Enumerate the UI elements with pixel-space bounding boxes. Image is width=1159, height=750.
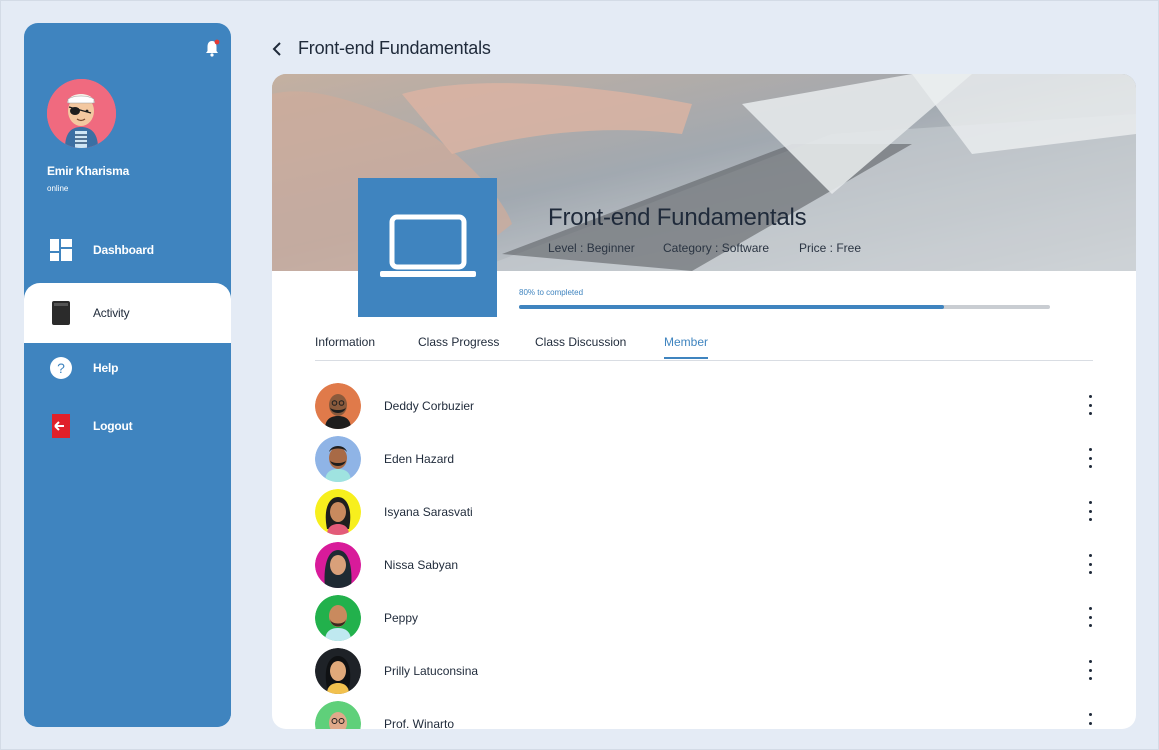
help-icon: ?	[49, 356, 73, 380]
list-item[interactable]: Prilly Latuconsina	[315, 648, 1095, 696]
user-avatar[interactable]	[47, 79, 116, 148]
list-item[interactable]: Deddy Corbuzier	[315, 383, 1095, 431]
sidebar: Emir Kharisma online Dashboard Activity …	[24, 23, 231, 727]
member-name: Prilly Latuconsina	[384, 664, 479, 678]
progress-fill	[519, 305, 944, 309]
list-item[interactable]: Isyana Sarasvati	[315, 489, 1095, 537]
tab-member[interactable]: Member	[664, 335, 709, 359]
sidebar-item-activity[interactable]: Activity	[24, 283, 231, 343]
tab-class-discussion[interactable]: Class Discussion	[535, 335, 626, 357]
sidebar-item-dashboard[interactable]: Dashboard	[24, 221, 231, 279]
more-options-icon[interactable]	[1085, 501, 1095, 521]
course-level: Level : Beginner	[548, 241, 635, 255]
sidebar-item-label: Dashboard	[93, 243, 154, 257]
avatar	[315, 489, 361, 535]
back-button[interactable]	[272, 39, 288, 59]
more-options-icon[interactable]	[1085, 554, 1095, 574]
sidebar-item-logout[interactable]: Logout	[24, 397, 231, 455]
progress-label: 80% to completed	[519, 288, 584, 297]
course-title: Front-end Fundamentals	[548, 204, 807, 231]
logout-icon	[49, 414, 73, 438]
chevron-left-icon	[272, 42, 281, 56]
avatar	[315, 542, 361, 588]
book-icon	[49, 301, 73, 325]
avatar	[315, 383, 361, 429]
sidebar-item-label: Logout	[93, 419, 133, 433]
more-options-icon[interactable]	[1085, 395, 1095, 415]
svg-text:?: ?	[57, 360, 65, 376]
more-options-icon[interactable]	[1085, 448, 1095, 468]
more-options-icon[interactable]	[1085, 660, 1095, 680]
more-options-icon[interactable]	[1085, 713, 1095, 729]
user-name: Emir Kharisma	[47, 164, 130, 178]
course-card: Front-end Fundamentals Level : Beginner …	[272, 74, 1136, 729]
member-name: Prof. Winarto	[384, 717, 455, 729]
member-name: Deddy Corbuzier	[384, 399, 475, 413]
sidebar-item-label: Help	[93, 361, 119, 375]
dashboard-icon	[49, 238, 73, 262]
list-item[interactable]: Nissa Sabyan	[315, 542, 1095, 590]
avatar	[315, 648, 361, 694]
course-tabs: Information Class Progress Class Discuss…	[315, 332, 1093, 361]
list-item[interactable]: Prof. Winarto	[315, 701, 1095, 729]
member-name: Eden Hazard	[384, 452, 455, 466]
tab-information[interactable]: Information	[315, 335, 375, 357]
notification-bell-icon[interactable]	[204, 39, 220, 57]
avatar	[315, 436, 361, 482]
member-name: Nissa Sabyan	[384, 558, 459, 572]
tab-class-progress[interactable]: Class Progress	[418, 335, 499, 357]
list-item[interactable]: Eden Hazard	[315, 436, 1095, 484]
user-status: online	[47, 184, 69, 193]
avatar	[315, 595, 361, 641]
avatar	[315, 701, 361, 729]
course-thumbnail	[358, 178, 497, 317]
sidebar-item-help[interactable]: ? Help	[24, 339, 231, 397]
progress-bar	[519, 305, 1050, 309]
more-options-icon[interactable]	[1085, 607, 1095, 627]
page-title: Front-end Fundamentals	[298, 38, 491, 58]
list-item[interactable]: Peppy	[315, 595, 1095, 643]
course-price: Price : Free	[799, 241, 862, 255]
member-name: Peppy	[384, 611, 419, 625]
laptop-icon	[379, 214, 476, 277]
sidebar-item-label: Activity	[93, 306, 130, 320]
course-category: Category : Software	[663, 241, 770, 255]
member-name: Isyana Sarasvati	[384, 505, 473, 519]
app-frame: Emir Kharisma online Dashboard Activity …	[0, 0, 1159, 750]
